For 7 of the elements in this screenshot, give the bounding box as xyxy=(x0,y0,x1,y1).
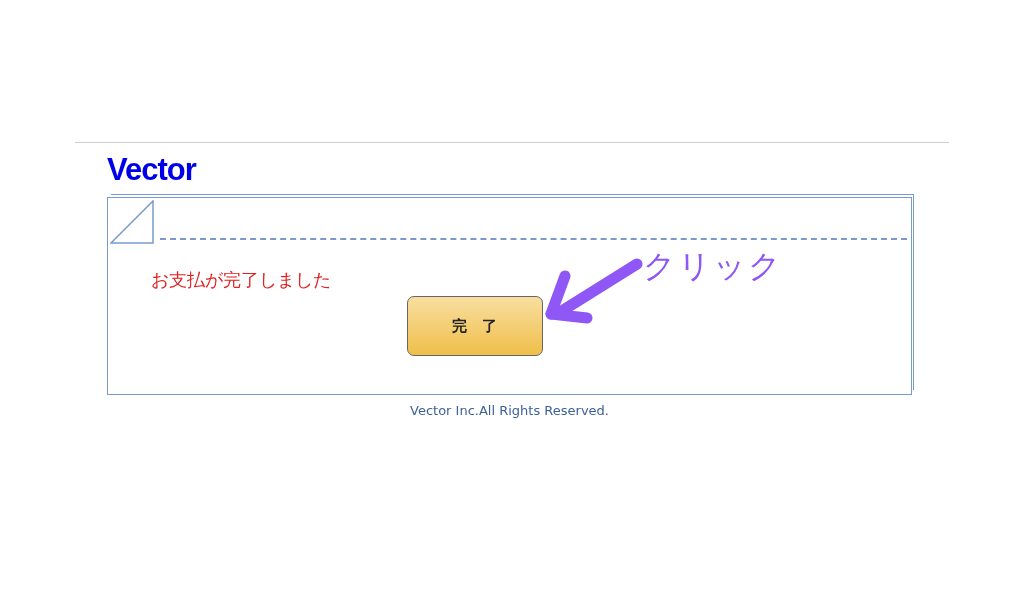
click-annotation: クリック xyxy=(643,246,783,287)
complete-button[interactable]: 完 了 xyxy=(406,296,543,356)
payment-complete-message: お支払が完了しました xyxy=(151,268,331,292)
folded-corner-icon xyxy=(110,200,154,244)
pointing-arrow-icon xyxy=(543,256,643,324)
vector-logo: Vector xyxy=(107,153,196,186)
copyright-text: Vector Inc.All Rights Reserved. xyxy=(409,403,610,418)
